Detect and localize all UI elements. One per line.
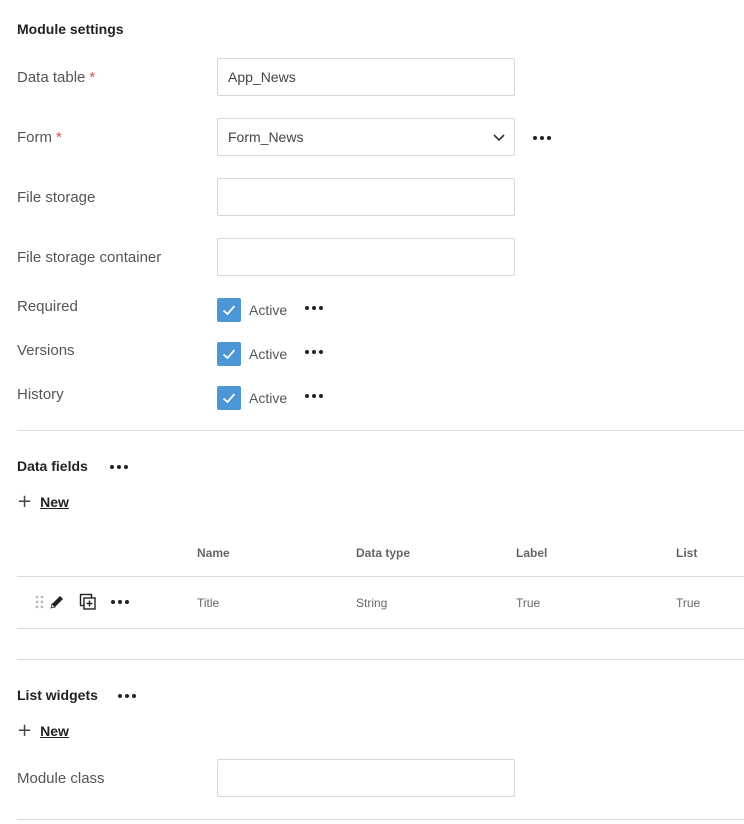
list-widgets-title: List widgets [17,687,98,703]
list-widgets-new-label: New [40,723,69,739]
cell-data-type: String [356,596,388,610]
section-divider [17,659,744,660]
module-settings-title: Module settings [17,21,124,37]
data-table-value: App_News [228,69,296,85]
versions-more-icon[interactable] [305,350,323,354]
form-select[interactable]: Form_News [217,118,515,156]
required-active-label: Active [249,302,288,318]
file-storage-input[interactable] [217,178,515,216]
column-header-data-type[interactable]: Data type [356,546,410,560]
module-class-input[interactable] [217,759,515,797]
history-label: History [17,386,64,403]
history-active-label: Active [249,390,288,406]
section-divider [17,430,744,431]
data-table-label: Data table * [17,69,95,86]
required-more-icon[interactable] [305,306,323,310]
table-row-divider [17,628,744,629]
checkmark-icon [222,349,236,360]
list-widgets-more-icon[interactable] [118,694,136,698]
data-fields-title: Data fields [17,458,88,474]
form-label-text: Form [17,129,52,146]
history-checkbox[interactable] [217,386,241,410]
plus-icon: + [17,491,33,512]
required-asterisk: * [89,69,96,86]
cell-list: True [676,596,701,610]
versions-checkbox[interactable] [217,342,241,366]
checkmark-icon [222,305,236,316]
cell-label: True [516,596,541,610]
pencil-icon[interactable] [48,593,66,611]
form-label: Form * [17,129,62,146]
required-asterisk: * [56,129,62,146]
file-storage-container-label: File storage container [17,249,162,266]
cell-name: Title [197,596,220,610]
file-storage-label: File storage [17,189,96,206]
data-fields-new-label: New [40,494,69,510]
row-more-icon[interactable] [111,600,129,604]
list-widgets-new-button[interactable]: + New [17,722,69,740]
column-header-name[interactable]: Name [197,546,230,560]
form-select-value: Form_News [228,129,304,145]
section-divider [17,819,744,820]
versions-label: Versions [17,342,75,359]
plus-icon: + [17,720,33,741]
data-fields-new-button[interactable]: + New [17,493,69,511]
checkmark-icon [222,393,236,404]
form-more-icon[interactable] [533,136,551,140]
file-storage-container-input[interactable] [217,238,515,276]
history-more-icon[interactable] [305,394,323,398]
versions-active-label: Active [249,346,288,362]
data-table-label-text: Data table [17,69,86,86]
duplicate-icon[interactable] [79,593,97,611]
drag-handle-icon[interactable] [34,594,46,610]
data-fields-more-icon[interactable] [110,465,128,469]
required-label: Required [17,298,78,315]
required-checkbox[interactable] [217,298,241,322]
column-header-list[interactable]: List [676,546,697,560]
column-header-label[interactable]: Label [516,546,547,560]
data-table-input[interactable]: App_News [217,58,515,96]
module-class-label: Module class [17,770,105,787]
chevron-down-icon [493,134,505,142]
